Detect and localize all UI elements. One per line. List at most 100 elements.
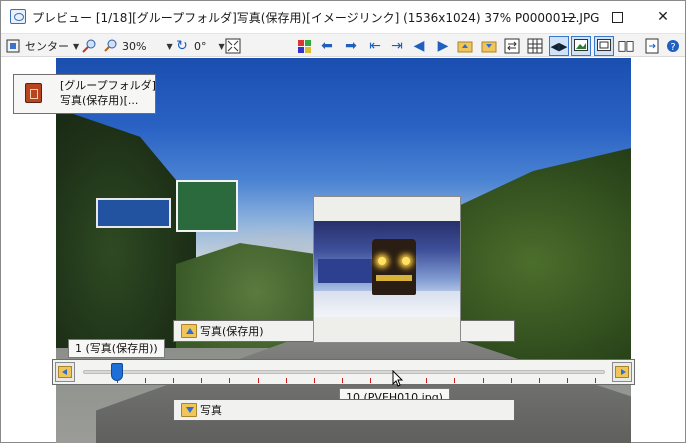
- image-icon: [574, 38, 588, 54]
- thumb-locomotive: [372, 239, 416, 295]
- arrow-left-icon: ⬅: [321, 38, 333, 54]
- grid-button[interactable]: [527, 37, 543, 55]
- image-view-toggle[interactable]: [571, 36, 591, 56]
- image-slider[interactable]: [52, 359, 635, 385]
- slider-tick: [510, 378, 512, 383]
- zoom-icon: [103, 38, 119, 54]
- magnifier-hand-icon: [81, 38, 97, 54]
- slider-tick: [566, 378, 568, 383]
- preview-window: プレビュー [1/18][グループフォルダ]写真(保存用)[イメージリンク] (…: [0, 0, 686, 443]
- align-label: センター: [25, 40, 69, 53]
- arrow-last-icon: ⇥: [391, 38, 403, 54]
- grid-icon: [527, 38, 543, 54]
- next-button[interactable]: ➡: [341, 37, 361, 55]
- slider-prev-folder-button[interactable]: [55, 362, 75, 382]
- help-icon: ?: [665, 38, 681, 54]
- palette-icon: [297, 38, 313, 54]
- child-folder-label: 写真: [200, 404, 222, 417]
- svg-text:?: ?: [670, 42, 675, 53]
- slider-tick: [201, 378, 203, 383]
- slider-tick: [257, 378, 259, 383]
- title-bar[interactable]: プレビュー [1/18][グループフォルダ]写真(保存用)[イメージリンク] (…: [1, 1, 685, 33]
- folder-right-icon: [615, 366, 629, 378]
- swap-button[interactable]: [504, 37, 520, 55]
- slider-tick: [538, 378, 540, 383]
- slider-tick: [313, 378, 315, 383]
- toolbar: センター ▼ 30% ▼ ↻ 0° ▼ ⬅ ➡ ⇤ ⇥ ◀ ▶ ◀▶ ?: [1, 33, 685, 57]
- preview-app-icon[interactable]: [10, 9, 26, 24]
- first-button[interactable]: ⇤: [365, 37, 385, 55]
- book-icon: [25, 83, 42, 103]
- folder-info-line1: [グループフォルダ]: [60, 79, 156, 92]
- close-button[interactable]: ✕: [640, 1, 686, 33]
- fit-window-button[interactable]: [225, 37, 241, 55]
- export-button[interactable]: [644, 37, 660, 55]
- arrow-first-icon: ⇤: [369, 38, 381, 54]
- slider-track[interactable]: [83, 370, 605, 374]
- folder-up-button[interactable]: [457, 37, 473, 55]
- folder-up-icon: [457, 38, 473, 54]
- previous-button[interactable]: ⬅: [317, 37, 337, 55]
- slider-tick: [145, 378, 147, 383]
- export-icon: [644, 38, 660, 54]
- palette-button[interactable]: [297, 37, 313, 55]
- thumbnail-popup: [313, 196, 461, 343]
- folder-info-text: [グループフォルダ] 写真(保存用)[...: [60, 78, 156, 108]
- parent-folder-label: 写真(保存用): [200, 325, 264, 338]
- chevron-down-icon: ▼: [73, 41, 80, 51]
- close-icon: ✕: [657, 9, 669, 25]
- rotate-label: 0°: [194, 39, 207, 53]
- next-page-button[interactable]: ▶: [433, 37, 453, 55]
- book-view-button[interactable]: [618, 37, 634, 55]
- slider-tick: [285, 378, 287, 383]
- frame-icon: [597, 38, 611, 54]
- slider-tick: [482, 378, 484, 383]
- fit-window-icon: [225, 38, 241, 54]
- folder-info-popup[interactable]: [グループフォルダ] 写真(保存用)[...: [13, 74, 156, 114]
- prev-page-button[interactable]: ◀: [409, 37, 429, 55]
- thumb-freight-cars: [318, 259, 372, 283]
- scene-road-sign-blue: [96, 198, 171, 228]
- triangle-right-icon: ▶: [437, 38, 449, 54]
- folder-up-icon: [181, 324, 197, 338]
- zoom-dropdown[interactable]: 30% ▼: [103, 37, 173, 55]
- slider-tick: [229, 378, 231, 383]
- slider-thumb[interactable]: [111, 363, 123, 381]
- minimize-button[interactable]: [547, 1, 593, 33]
- minimize-icon: [564, 16, 576, 18]
- zoom-label: 30%: [122, 39, 147, 53]
- slider-next-folder-button[interactable]: [612, 362, 632, 382]
- help-button[interactable]: ?: [665, 37, 681, 55]
- align-dropdown[interactable]: センター ▼: [5, 37, 79, 55]
- maximize-button[interactable]: [594, 1, 640, 33]
- folder-down-icon: [181, 403, 197, 417]
- rotate-dropdown[interactable]: ↻ 0° ▼: [174, 37, 225, 55]
- slider-tick: [341, 378, 343, 383]
- zoom-tool-button[interactable]: [81, 37, 97, 55]
- thumb-headlight: [378, 257, 386, 265]
- scene-road-sign-green: [176, 180, 238, 232]
- last-button[interactable]: ⇥: [387, 37, 407, 55]
- chevron-down-icon: ▼: [218, 41, 225, 51]
- thumbnail-image: [314, 221, 460, 317]
- folder-down-icon: [481, 38, 497, 54]
- current-position-tooltip: 1 (写真(保存用)): [68, 339, 165, 358]
- folder-down-button[interactable]: [481, 37, 497, 55]
- fit-width-toggle[interactable]: ◀▶: [549, 36, 569, 56]
- open-book-icon: [618, 38, 634, 54]
- thumb-stripe: [376, 275, 412, 281]
- swap-icon: [504, 38, 520, 54]
- arrow-right-icon: ➡: [345, 38, 357, 54]
- double-arrow-icon: ◀▶: [550, 39, 568, 53]
- slider-tick: [173, 378, 175, 383]
- slider-tick: [370, 378, 372, 383]
- slider-tick: [595, 378, 596, 383]
- thumb-headlight: [402, 257, 410, 265]
- folder-info-line2: 写真(保存用)[...: [60, 94, 139, 107]
- align-center-icon: [5, 38, 21, 54]
- child-folder-bar[interactable]: 写真: [173, 399, 515, 421]
- scene-mountain-left: [56, 108, 196, 348]
- frame-view-toggle[interactable]: [594, 36, 614, 56]
- slider-tick: [454, 378, 456, 383]
- maximize-icon: [611, 11, 623, 23]
